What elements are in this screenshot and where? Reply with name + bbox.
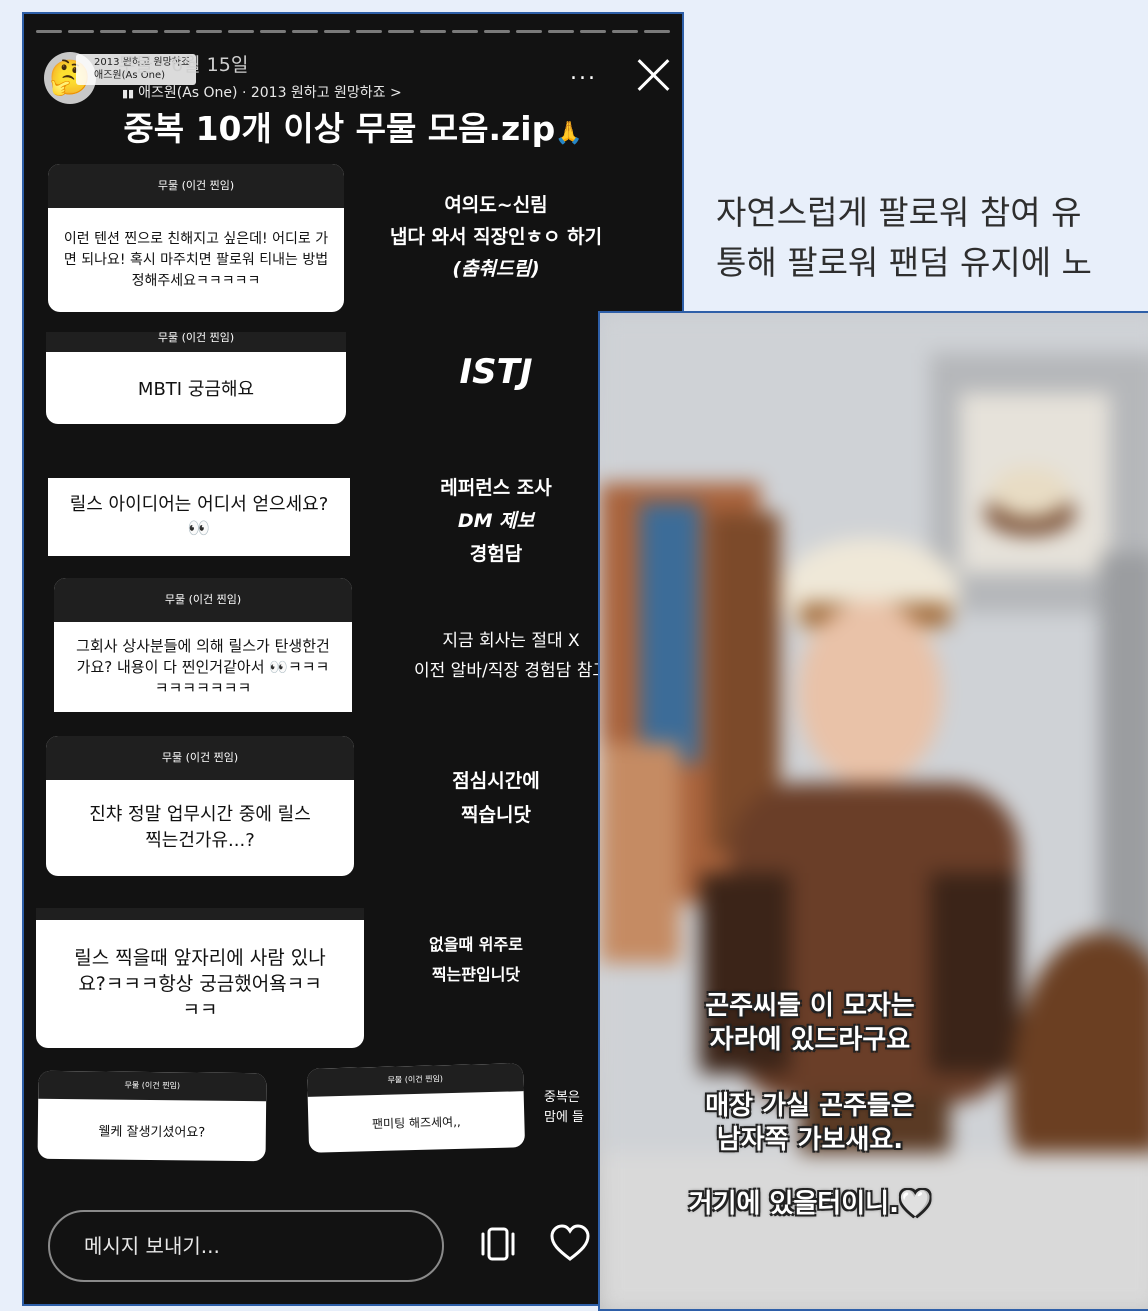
question-card: 무물 (이건 찐임) 팬미팅 해즈세여,, bbox=[306, 1063, 526, 1153]
answer-line: 찍는퍈입니닷 bbox=[431, 965, 521, 984]
question-card-header: 무물 (이건 찐임) bbox=[46, 736, 354, 780]
question-card-header: 무물 (이건 찐임) bbox=[38, 1070, 267, 1102]
answer-text: 레퍼런스 조사 DM 제보 경험담 bbox=[376, 472, 616, 571]
question-text: MBTI 궁금해요 bbox=[137, 379, 255, 400]
story-progress-bar bbox=[36, 30, 670, 33]
close-icon[interactable] bbox=[634, 54, 674, 94]
question-text: 웰케 잘생기셨어요? bbox=[98, 1123, 206, 1141]
question-card-header: 무물 (이건 찐임) bbox=[46, 332, 346, 352]
question-text: 이런 텐션 찐으로 친해지고 싶은데! 어디로 가면 되나요! 혹시 마주치면 … bbox=[63, 230, 329, 289]
answer-line: ISTJ bbox=[459, 352, 533, 392]
question-text: 그회사 상사분들에 의해 릴스가 탄생한건가요? 내용이 다 찐인거같아서 👀ㅋ… bbox=[76, 636, 330, 697]
story-title-text: 중복 10개 이상 무물 모음.zip bbox=[123, 109, 556, 148]
answer-line: 점심시간에 bbox=[452, 770, 540, 792]
song-link-label: 애즈원(As One) · 2013 원하고 원망하죠 > bbox=[138, 85, 402, 101]
answer-text: ISTJ bbox=[376, 352, 616, 392]
story-qa-panel[interactable]: 🤔 2013 원하고 원망하죠 애즈원(As One) 무물 · 6월 15일 … bbox=[22, 12, 684, 1306]
question-card-header: 무물 (이건 찐임) bbox=[54, 578, 352, 622]
story-photo-panel[interactable]: 곤주씨들 이 모자는 자라에 있드라구요 매장 가실 곤주들은 남자쪽 가보새요… bbox=[598, 311, 1148, 1311]
question-text: 릴스 아이디어는 어디서 얻으세요? 👀 bbox=[69, 494, 329, 539]
heart-icon[interactable] bbox=[548, 1222, 592, 1266]
question-card: 릴스 찍을때 앞자리에 사람 있나요?ㅋㅋㅋ항상 궁금했어욬ㅋㅋㅋㅋ bbox=[36, 908, 364, 1048]
question-card: 무물 (이건 찐임) 웰케 잘생기셨어요? bbox=[37, 1070, 267, 1162]
song-link[interactable]: ▮▮ 애즈원(As One) · 2013 원하고 원망하죠 > bbox=[122, 82, 402, 102]
subtitle-line: 곤주씨들 이 모자는 bbox=[705, 991, 915, 1021]
question-text: 진챠 정말 업무시간 중에 릴스 찍는건가유...? bbox=[89, 804, 311, 851]
caption-line-1: 자연스럽게 팔로워 참여 유 bbox=[716, 193, 1082, 232]
subtitle-line: 자라에 있드라구요 bbox=[709, 1025, 911, 1055]
subtitle-line: 남자쪽 가보새요. bbox=[716, 1125, 904, 1155]
answer-line: 레퍼런스 조사 bbox=[440, 477, 552, 499]
question-text: 릴스 찍을때 앞자리에 사람 있나요?ㅋㅋㅋ항상 궁금했어욬ㅋㅋㅋㅋ bbox=[74, 947, 326, 1021]
question-text: 팬미팅 해즈세여,, bbox=[371, 1114, 461, 1131]
question-card: 무물 (이건 찐임) MBTI 궁금해요 bbox=[46, 332, 346, 424]
question-card: 무물 (이건 찐임) 진챠 정말 업무시간 중에 릴스 찍는건가유...? bbox=[46, 736, 354, 876]
story-date-meta: 무물 · 6월 15일 bbox=[118, 54, 249, 76]
subtitle-line: 거기에 있을터이니.🤍 bbox=[688, 1189, 932, 1219]
question-card: 무물 (이건 찐임) 그회사 상사분들에 의해 릴스가 탄생한건가요? 내용이 … bbox=[54, 578, 352, 712]
answer-text: 점심시간에 찍습니닷 bbox=[376, 764, 616, 832]
answer-line: 없을때 위주로 bbox=[429, 935, 523, 954]
answer-line: 경험담 bbox=[469, 543, 523, 565]
subtitle-line: 매장 가실 곤주들은 bbox=[705, 1091, 915, 1121]
question-card-header: 무물 (이건 찐임) bbox=[48, 164, 344, 208]
answer-text: 없을때 위주로 찍는퍈입니닷 bbox=[376, 930, 576, 990]
more-options-button[interactable]: ... bbox=[570, 60, 597, 85]
question-card: 릴스 아이디어는 어디서 얻으세요? 👀 bbox=[48, 478, 350, 556]
answer-line: 여의도~신림 bbox=[444, 194, 548, 216]
answer-text: 여의도~신림 냅다 와서 직장인ㅎㅇ 하기 (춤춰드림) bbox=[376, 189, 616, 285]
question-card-header bbox=[36, 908, 364, 920]
message-input[interactable]: 메시지 보내기... bbox=[48, 1210, 444, 1282]
share-icon[interactable] bbox=[476, 1222, 520, 1266]
story-title: 중복 10개 이상 무물 모음.zip🙏 bbox=[24, 102, 682, 150]
pray-icon: 🙏 bbox=[555, 121, 583, 146]
blurred-photo bbox=[600, 313, 1148, 1309]
answer-line: 냅다 와서 직장인ㅎㅇ 하기 bbox=[389, 226, 603, 248]
answer-line: 찍습니닷 bbox=[461, 804, 531, 826]
music-bars-icon: ▮▮ bbox=[122, 87, 135, 100]
question-card: 무물 (이건 찐임) 이런 텐션 찐으로 친해지고 싶은데! 어디로 가면 되나… bbox=[48, 164, 344, 312]
answer-line: DM 제보 bbox=[457, 510, 535, 532]
answer-line: (춤춰드림) bbox=[452, 258, 540, 280]
caption-line-2: 통해 팔로워 팬덤 유지에 노 bbox=[716, 243, 1092, 282]
